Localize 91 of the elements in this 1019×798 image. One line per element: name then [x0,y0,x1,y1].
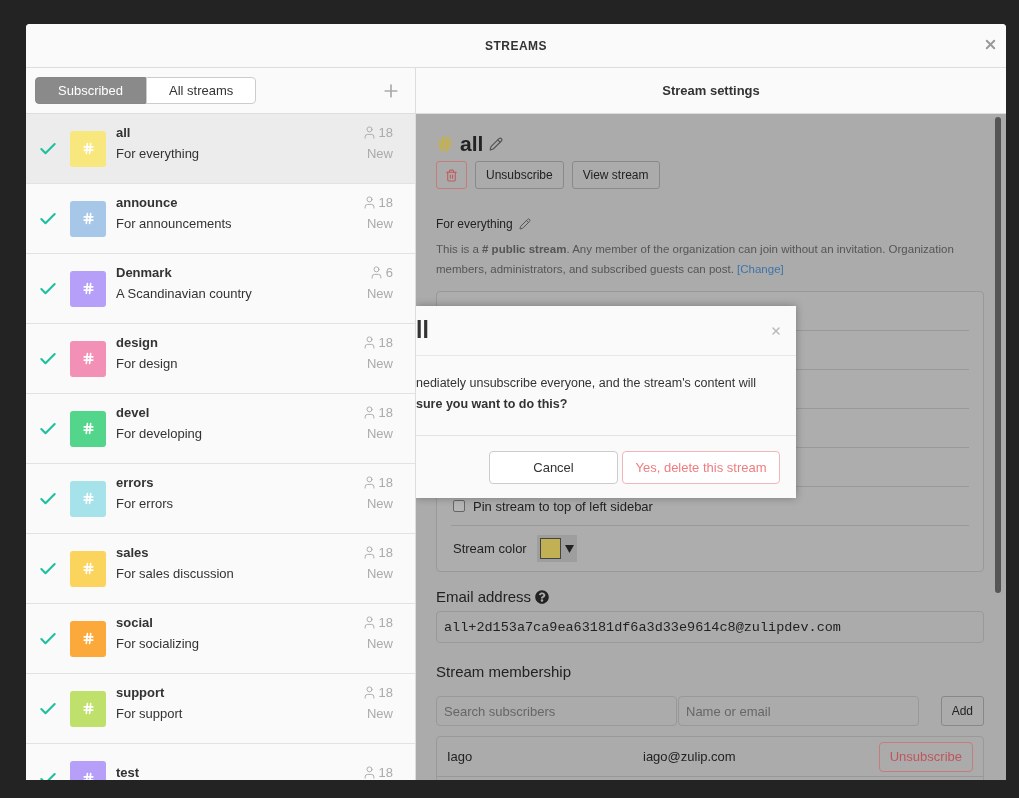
stream-status: New [367,215,393,231]
stream-status: New [367,285,393,301]
stream-status: New [367,495,393,511]
dialog-title: ll [416,317,429,344]
stream-status: New [367,565,393,581]
subscriber-email: iago@zulip.com [643,749,737,764]
stream-name: test [116,765,141,780]
user-icon [361,124,377,140]
subscriber-count: 6 [385,264,393,280]
stream-description: For socializing [116,635,201,651]
user-icon [361,474,377,490]
hash-icon [81,212,95,225]
hash-icon [81,352,95,365]
subscriber-name: Iago [447,749,474,764]
cancel-button[interactable]: Cancel [489,450,618,484]
stream-name: all [116,124,132,140]
subscriber-count: 18 [378,614,393,630]
stream-description: For everything [436,217,513,231]
subscriber-count: 18 [378,194,393,210]
filter-tab[interactable]: All streams [146,77,257,104]
settings-title: Stream settings [662,83,760,98]
pin-label: Pin stream to top of left sidebar [473,498,653,514]
hash-icon [81,562,95,575]
stream-action-button[interactable]: View stream [571,161,660,189]
stream-description: For design [116,355,179,371]
color-label: Stream color [453,541,527,556]
subscriber-count: 18 [378,684,393,700]
trash-icon [445,168,458,182]
stream-name: devel [116,404,151,420]
stream-description: For sales discussion [116,565,235,581]
user-icon [361,684,377,700]
user-icon [361,614,377,630]
privacy-note: This is a # public stream. Any member of the organization can join without an invitation. Organization members, administrators, and subscribed guests can post. [Change] [436,242,955,277]
subscriber-count: 18 [378,544,393,560]
stream-status: New [367,145,393,161]
stream-name: errors [116,474,155,490]
stream-name: design [116,334,159,350]
pencil-icon[interactable] [518,218,531,230]
stream-row[interactable]: all For everything 18 New [26,114,415,184]
stream-description: For announcements [116,215,233,231]
stream-description: A Scandinavian country [116,285,253,301]
hash-icon [81,282,95,295]
modal-title: STREAMS [484,38,548,53]
user-icon [361,404,377,420]
user-icon [361,334,377,350]
dialog-text: sure you want to do this? [416,396,569,413]
stream-status: New [367,635,393,651]
stream-title: all [460,132,484,156]
stream-description: For developing [116,425,203,441]
subscriber-count: 18 [378,474,393,490]
pencil-icon[interactable] [489,137,504,151]
user-icon [361,544,377,560]
user-icon [361,194,377,210]
search-field[interactable]: Search subscribers [436,696,677,726]
stream-name: support [116,684,166,700]
stream-description: For errors [116,495,175,511]
scrollbar[interactable] [995,117,1001,593]
membership-title: Stream membership [436,663,573,680]
close-icon[interactable] [983,37,998,52]
hash-icon [81,422,95,435]
stream-description: For everything [116,145,201,161]
email-field[interactable]: all+2d153a7ca9ea63181df6a3d33e9614c8@zulipdev.com [436,611,984,643]
help-icon[interactable] [535,589,550,604]
subscriber-count: 18 [378,334,393,350]
stream-status: New [367,425,393,441]
stream-status: New [367,705,393,721]
close-icon[interactable] [770,324,782,337]
delete-button[interactable] [436,161,467,189]
subscriber-count: 18 [378,124,393,140]
hash-icon [81,702,95,715]
caret-icon [564,544,574,553]
stream-action-button[interactable]: Unsubscribe [475,161,564,189]
name-email-field[interactable]: Name or email [678,696,919,726]
add-button[interactable]: Add [940,696,984,726]
hash-icon [81,142,95,155]
email-label: Email address [436,588,532,605]
stream-description: For support [116,705,184,721]
stream-name: announce [116,194,179,210]
stream-name: social [116,614,154,630]
user-icon [368,264,384,280]
stream-name: sales [116,544,150,560]
subscriber-count: 18 [378,765,393,780]
subscriber-count: 18 [378,404,393,420]
color-picker[interactable] [536,535,577,562]
user-icon [361,765,377,780]
pin-checkbox[interactable] [453,500,465,512]
hash-icon [81,492,95,505]
stream-status: New [367,355,393,371]
dialog-text: nediately unsubscribe everyone, and the stream's content will [416,375,758,392]
stream-name: Denmark [116,264,173,280]
hash-icon [81,632,95,645]
